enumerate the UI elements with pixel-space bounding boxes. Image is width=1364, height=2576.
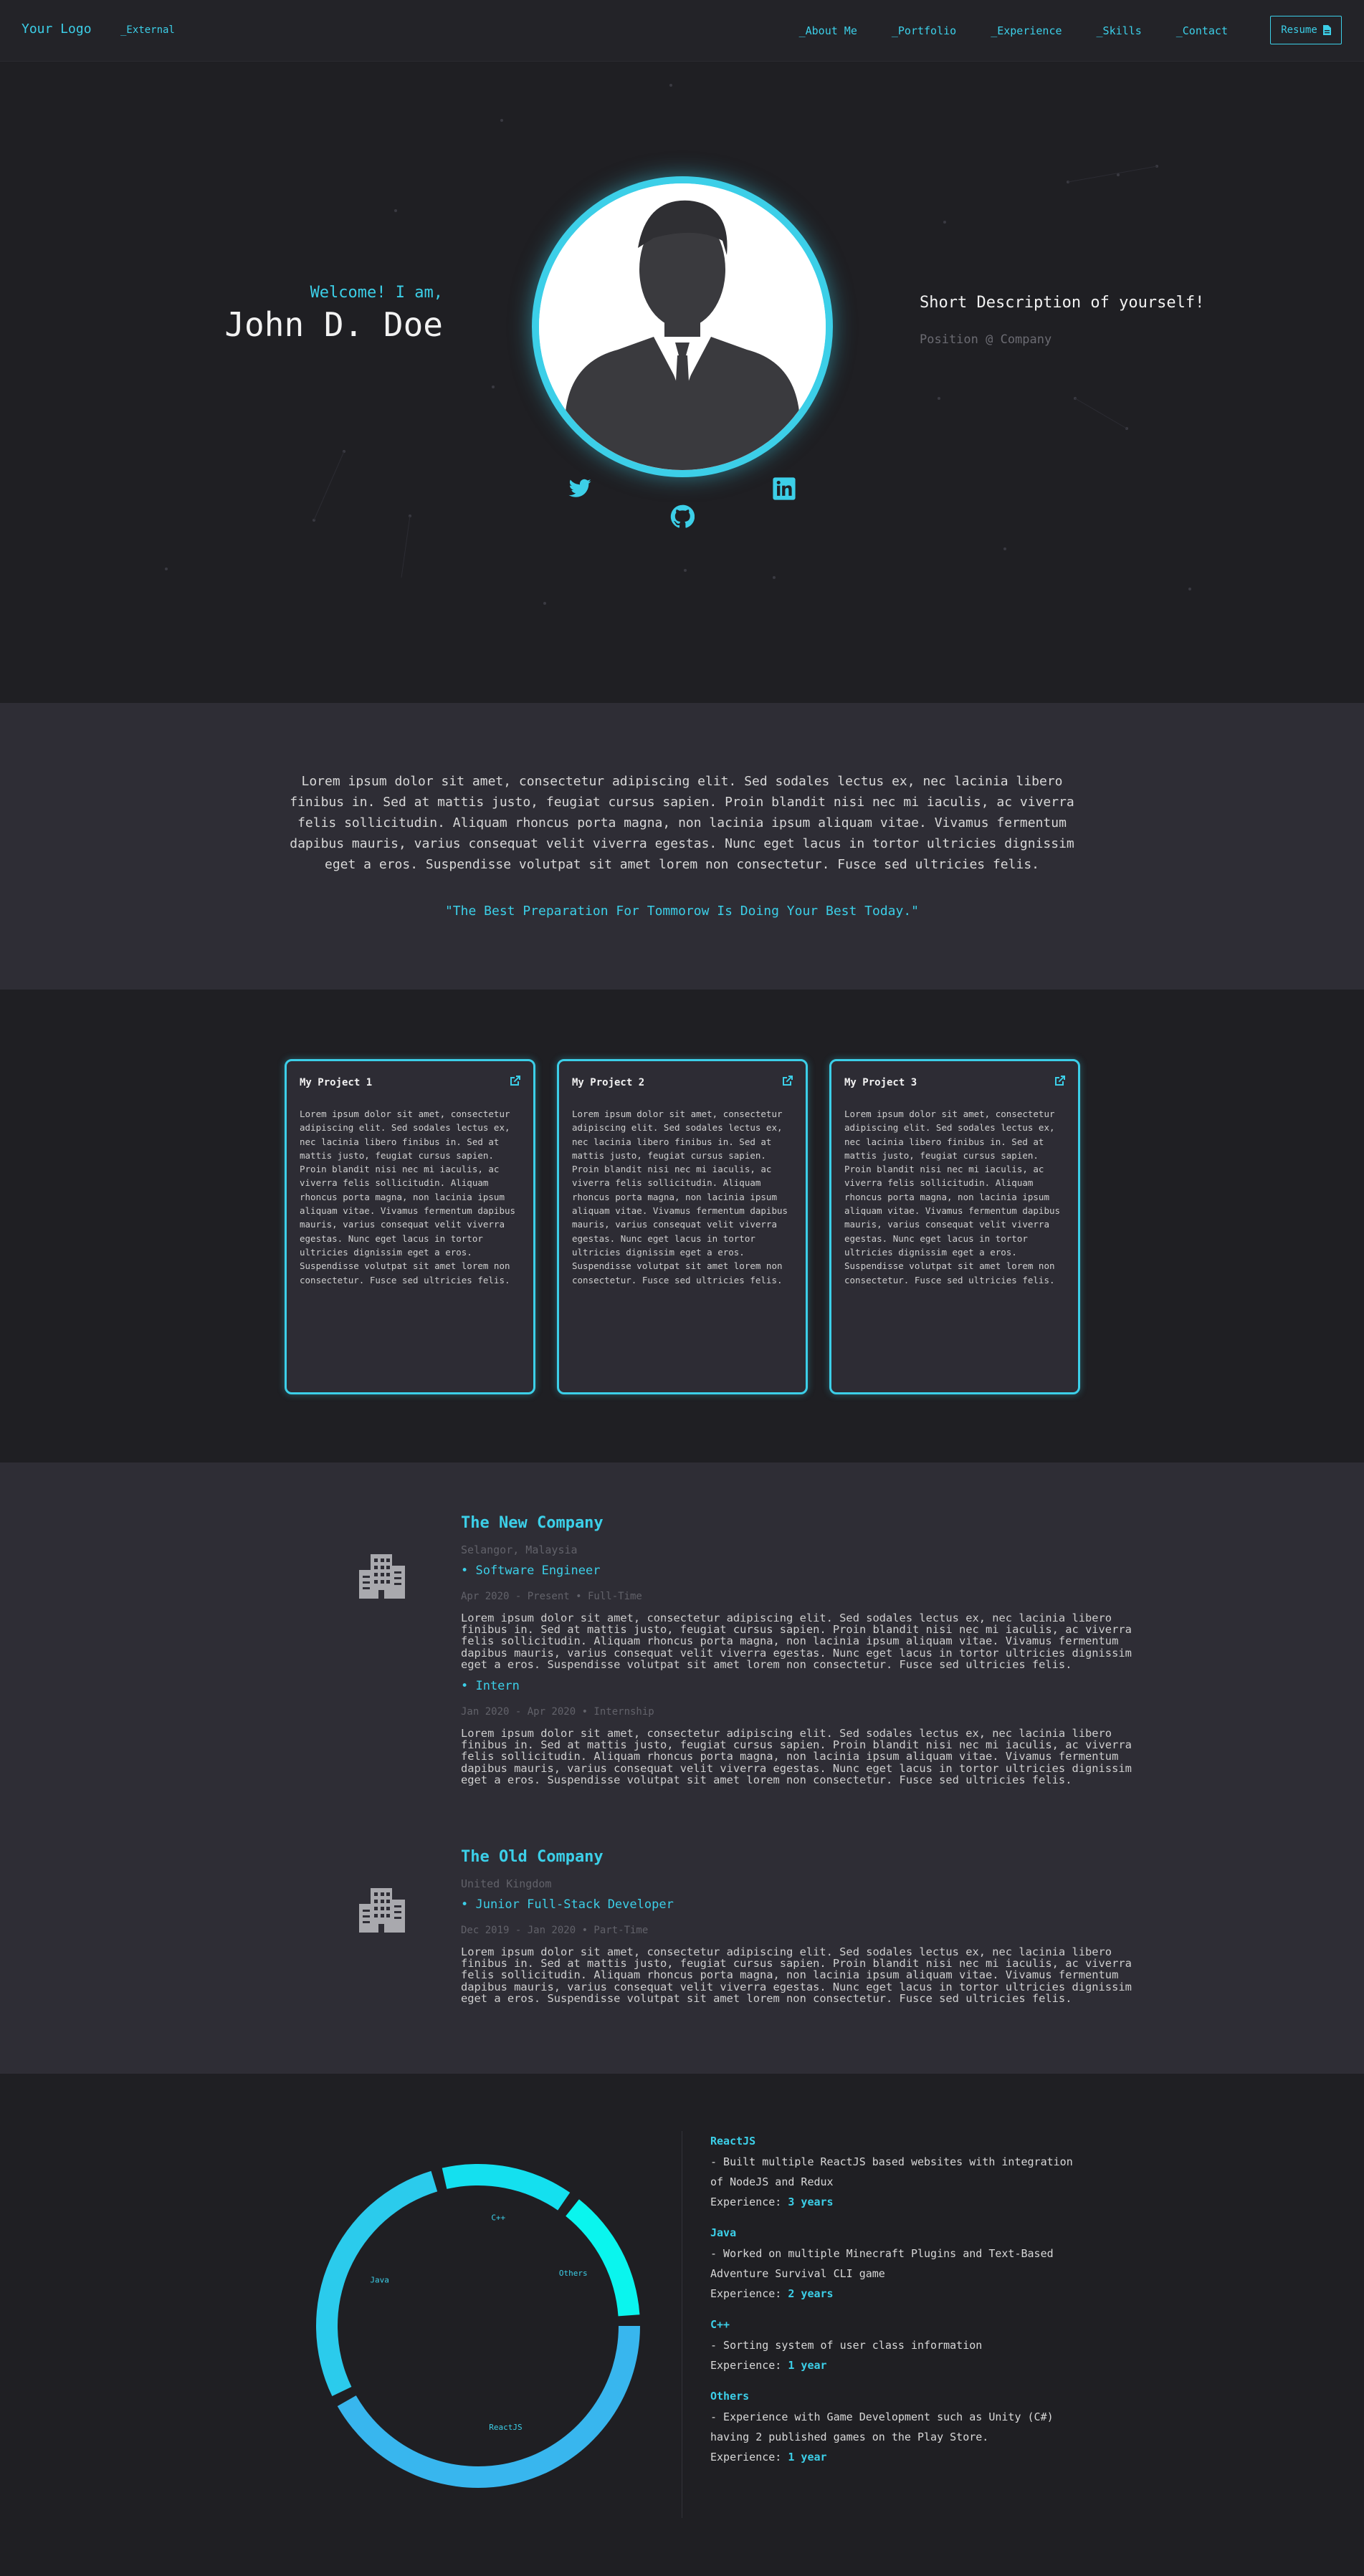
top-navbar: Your Logo _External _About Me _Portfolio… — [0, 0, 1364, 62]
skill-detail: - Experience with Game Development such … — [710, 2410, 1054, 2423]
donut-segment-c — [442, 2164, 571, 2211]
position-text: Position @ Company — [920, 332, 1052, 347]
building-icon — [359, 1888, 405, 1933]
job-description: Lorem ipsum dolor sit amet, consectetur … — [461, 1612, 1132, 1671]
skill-detail: - Sorting system of user class informati… — [710, 2339, 983, 2352]
short-description: Short Description of yourself! — [920, 294, 1205, 312]
project-description: Lorem ipsum dolor sit amet, consectetur … — [300, 1109, 516, 1285]
about-quote: "The Best Preparation For Tommorow Is Do… — [444, 904, 920, 919]
about-section: Lorem ipsum dolor sit amet, consectetur … — [0, 703, 1364, 990]
nav-link-contact[interactable]: _Contact — [1176, 24, 1228, 37]
donut-label: Java — [370, 2276, 389, 2285]
project-card[interactable]: My Project 3 Lorem ipsum dolor sit amet,… — [829, 1059, 1080, 1394]
person-silhouette-icon — [539, 183, 826, 470]
company-location: Selangor, Malaysia — [461, 1543, 578, 1556]
building-icon — [359, 1554, 405, 1599]
nav-link-skills[interactable]: _Skills — [1097, 24, 1142, 37]
job-dates: Dec 2019 - Jan 2020 • Part-Time — [461, 1925, 649, 1936]
job-description: Lorem ipsum dolor sit amet, consectetur … — [461, 1727, 1132, 1786]
portfolio-section: My Project 1 Lorem ipsum dolor sit amet,… — [0, 990, 1364, 1462]
nav-link-portfolio[interactable]: _Portfolio — [892, 24, 956, 37]
job-description: Lorem ipsum dolor sit amet, consectetur … — [461, 1945, 1132, 2005]
external-link-icon[interactable] — [509, 1074, 522, 1087]
skill-name: Java — [710, 2226, 737, 2239]
job-title: • Junior Full-Stack Developer — [461, 1897, 674, 1912]
experience-section: The New Company Selangor, Malaysia • Sof… — [0, 1462, 1364, 2074]
skill-name: C++ — [710, 2318, 730, 2331]
resume-button[interactable]: Resume — [1270, 16, 1342, 44]
skill-detail: of NodeJS and Redux — [710, 2175, 834, 2188]
avatar — [532, 176, 833, 477]
logo[interactable]: Your Logo — [22, 21, 92, 37]
donut-label: Others — [559, 2269, 588, 2278]
project-card[interactable]: My Project 2 Lorem ipsum dolor sit amet,… — [557, 1059, 808, 1394]
linkedin-icon[interactable] — [772, 477, 796, 501]
donut-label: C++ — [491, 2213, 505, 2223]
job-dates: Jan 2020 - Apr 2020 • Internship — [461, 1706, 654, 1718]
welcome-text: Welcome! I am, — [310, 284, 443, 302]
project-description: Lorem ipsum dolor sit amet, consectetur … — [572, 1109, 788, 1285]
nav-link-experience[interactable]: _Experience — [991, 24, 1062, 37]
project-title: My Project 3 — [844, 1077, 917, 1088]
about-text: Lorem ipsum dolor sit amet, consectetur … — [290, 774, 1074, 872]
skills-donut-chart: ReactJS Java C++ Others — [316, 2164, 640, 2488]
project-title: My Project 1 — [300, 1077, 373, 1088]
hero-name: John D. Doe — [224, 305, 443, 344]
job-dates: Apr 2020 - Present • Full-Time — [461, 1591, 642, 1602]
skill-detail: having 2 published games on the Play Sto… — [710, 2431, 989, 2443]
resume-label: Resume — [1281, 24, 1317, 36]
company-name: The Old Company — [461, 1848, 604, 1866]
company-location: United Kingdom — [461, 1877, 552, 1890]
file-icon — [1322, 25, 1331, 35]
nav-links: _About Me _Portfolio _Experience _Skills… — [765, 24, 1228, 37]
skill-detail: - Built multiple ReactJS based websites … — [710, 2155, 1073, 2168]
job-title: • Intern — [461, 1679, 520, 1693]
donut-segment-reactjs — [337, 2326, 640, 2488]
project-title: My Project 2 — [572, 1077, 645, 1088]
twitter-icon[interactable] — [568, 477, 592, 501]
job-title: • Software Engineer — [461, 1564, 601, 1578]
skill-detail: Adventure Survival CLI game — [710, 2267, 885, 2280]
skill-experience: Experience: 2 years — [710, 2287, 834, 2300]
github-icon[interactable] — [670, 504, 695, 529]
skill-experience: Experience: 1 year — [710, 2359, 827, 2372]
external-link-icon[interactable] — [781, 1074, 794, 1087]
project-card[interactable]: My Project 1 Lorem ipsum dolor sit amet,… — [285, 1059, 535, 1394]
nav-external-link[interactable]: _External — [120, 24, 175, 36]
skill-name: ReactJS — [710, 2135, 756, 2148]
nav-link-about[interactable]: _About Me — [799, 24, 857, 37]
external-link-icon[interactable] — [1054, 1074, 1067, 1087]
skills-section: ReactJS Java C++ Others ReactJS - Built mul… — [0, 2074, 1364, 2576]
company-name: The New Company — [461, 1514, 604, 1532]
donut-label: ReactJS — [489, 2423, 522, 2432]
hero-section: Welcome! I am, John D. Doe Short Descrip… — [0, 62, 1364, 703]
donut-segment-others — [566, 2199, 640, 2317]
skill-experience: Experience: 1 year — [710, 2451, 827, 2464]
skill-name: Others — [710, 2390, 750, 2403]
skill-detail: - Worked on multiple Minecraft Plugins a… — [710, 2247, 1054, 2260]
skill-experience: Experience: 3 years — [710, 2196, 834, 2208]
project-description: Lorem ipsum dolor sit amet, consectetur … — [844, 1109, 1061, 1285]
